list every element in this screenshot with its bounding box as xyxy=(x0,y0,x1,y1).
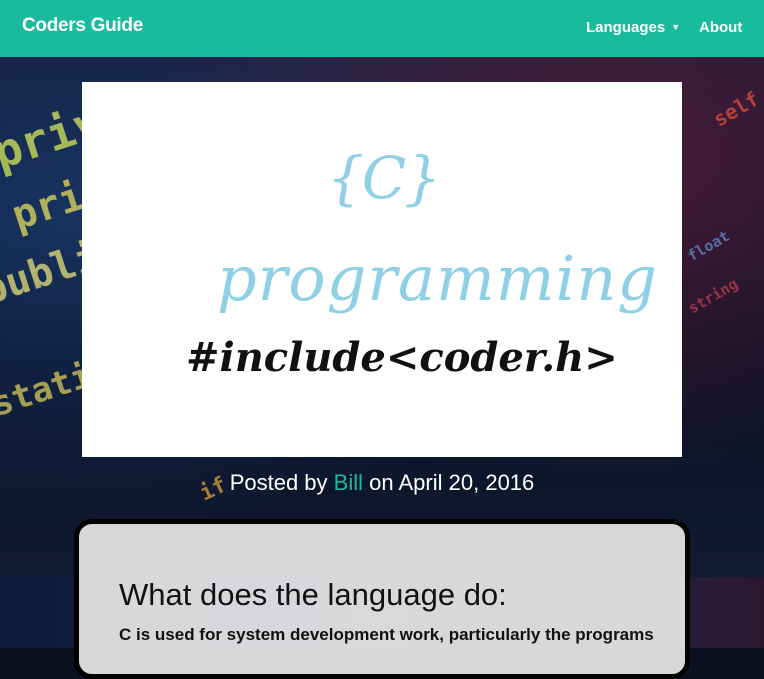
languages-dropdown[interactable]: Languages ▼ xyxy=(586,19,680,36)
navbar: Coders Guide Languages ▼ About xyxy=(0,0,764,57)
posted-by-label: Posted by xyxy=(229,470,328,495)
caret-down-icon: ▼ xyxy=(671,22,681,32)
post-header-image: {C} programming #include<coder.h> xyxy=(82,82,682,457)
logo-braces: {C} xyxy=(327,144,441,212)
card-title: What does the language do: xyxy=(119,577,507,612)
brand-link[interactable]: Coders Guide xyxy=(22,15,143,37)
bg-code-line: string xyxy=(685,274,742,318)
bg-code-line: self xyxy=(709,86,763,132)
bg-code-line: float xyxy=(684,226,733,266)
about-link[interactable]: About xyxy=(699,19,742,36)
post-date: on April 20, 2016 xyxy=(369,470,535,495)
content-card: What does the language do: C is used for… xyxy=(74,519,690,679)
logo-word: programming xyxy=(217,242,658,315)
logo-include: #include<coder.h> xyxy=(186,334,618,381)
card-text: C is used for system development work, p… xyxy=(119,625,654,644)
post-meta: Posted by Bill on April 20, 2016 xyxy=(0,470,764,496)
languages-label: Languages xyxy=(586,19,666,36)
author-link[interactable]: Bill xyxy=(334,470,363,495)
